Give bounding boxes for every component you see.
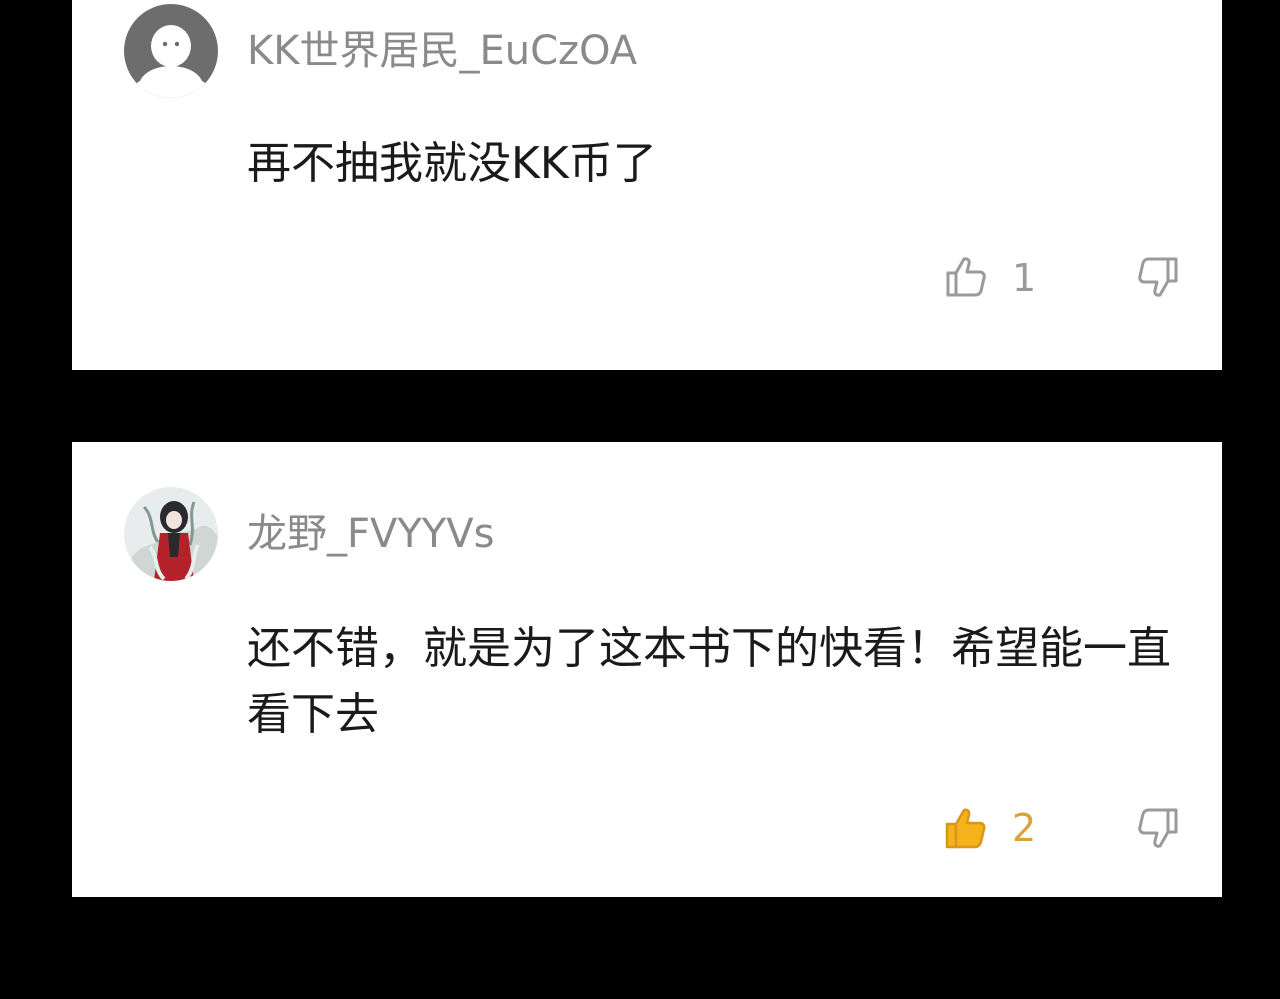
default-avatar-icon	[124, 4, 218, 98]
username[interactable]: KK世界居民_EuCzOA	[247, 27, 637, 75]
like-count: 2	[1012, 806, 1037, 850]
like-count: 1	[1012, 256, 1037, 300]
comment-text: 再不抽我就没KK币了	[247, 138, 657, 189]
like-button[interactable]	[942, 253, 990, 301]
thumbs-down-icon	[1138, 257, 1178, 297]
thumbs-down-icon	[1138, 808, 1178, 848]
anime-character-avatar-icon	[124, 487, 218, 581]
like-button[interactable]	[942, 804, 990, 852]
dislike-button[interactable]	[1134, 253, 1182, 301]
thumbs-up-filled-icon	[945, 808, 986, 849]
comment-card: 龙野_FVYYVs 还不错，就是为了这本书下的快看！希望能一直看下去 2	[72, 442, 1222, 897]
thumbs-up-icon	[946, 257, 986, 297]
avatar[interactable]	[124, 4, 218, 98]
avatar[interactable]	[124, 487, 218, 581]
dislike-button[interactable]	[1134, 804, 1182, 852]
comment-card: KK世界居民_EuCzOA 再不抽我就没KK币了 1	[72, 0, 1222, 370]
username[interactable]: 龙野_FVYYVs	[247, 510, 494, 558]
comment-text: 还不错，就是为了这本书下的快看！希望能一直看下去	[247, 623, 1171, 740]
